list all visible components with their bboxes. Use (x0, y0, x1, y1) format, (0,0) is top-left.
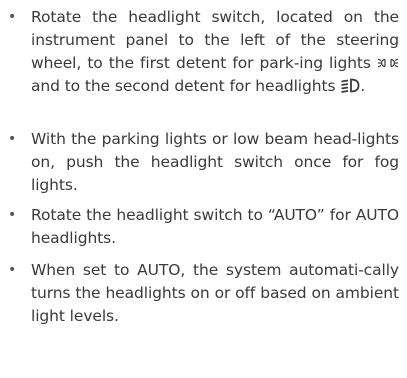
parking-lights-icon (377, 56, 399, 70)
bullet-symbol: • (8, 9, 17, 25)
list-item: • Rotate the headlight switch, located o… (0, 6, 407, 98)
item-text: When set to AUTO, the system automati-ca… (31, 261, 399, 325)
low-beam-headlight-icon (340, 78, 360, 93)
bullet-symbol: • (8, 262, 17, 278)
item-text-part: . (360, 77, 366, 95)
item-text-part: and to the second detent for headlights (31, 77, 341, 95)
list-item: • Rotate the headlight switch to “AUTO” … (0, 204, 407, 250)
item-text: Rotate the headlight switch to “AUTO” fo… (31, 206, 399, 247)
item-text: With the parking lights or low beam head… (31, 130, 399, 194)
item-text-part: Rotate the headlight switch, located on … (31, 8, 399, 72)
bullet-symbol: • (8, 207, 17, 223)
list-item: • With the parking lights or low beam he… (0, 128, 407, 197)
bullet-symbol: • (8, 131, 17, 147)
manual-page: • Rotate the headlight switch, located o… (0, 0, 407, 378)
list-item: • When set to AUTO, the system automati-… (0, 259, 407, 328)
